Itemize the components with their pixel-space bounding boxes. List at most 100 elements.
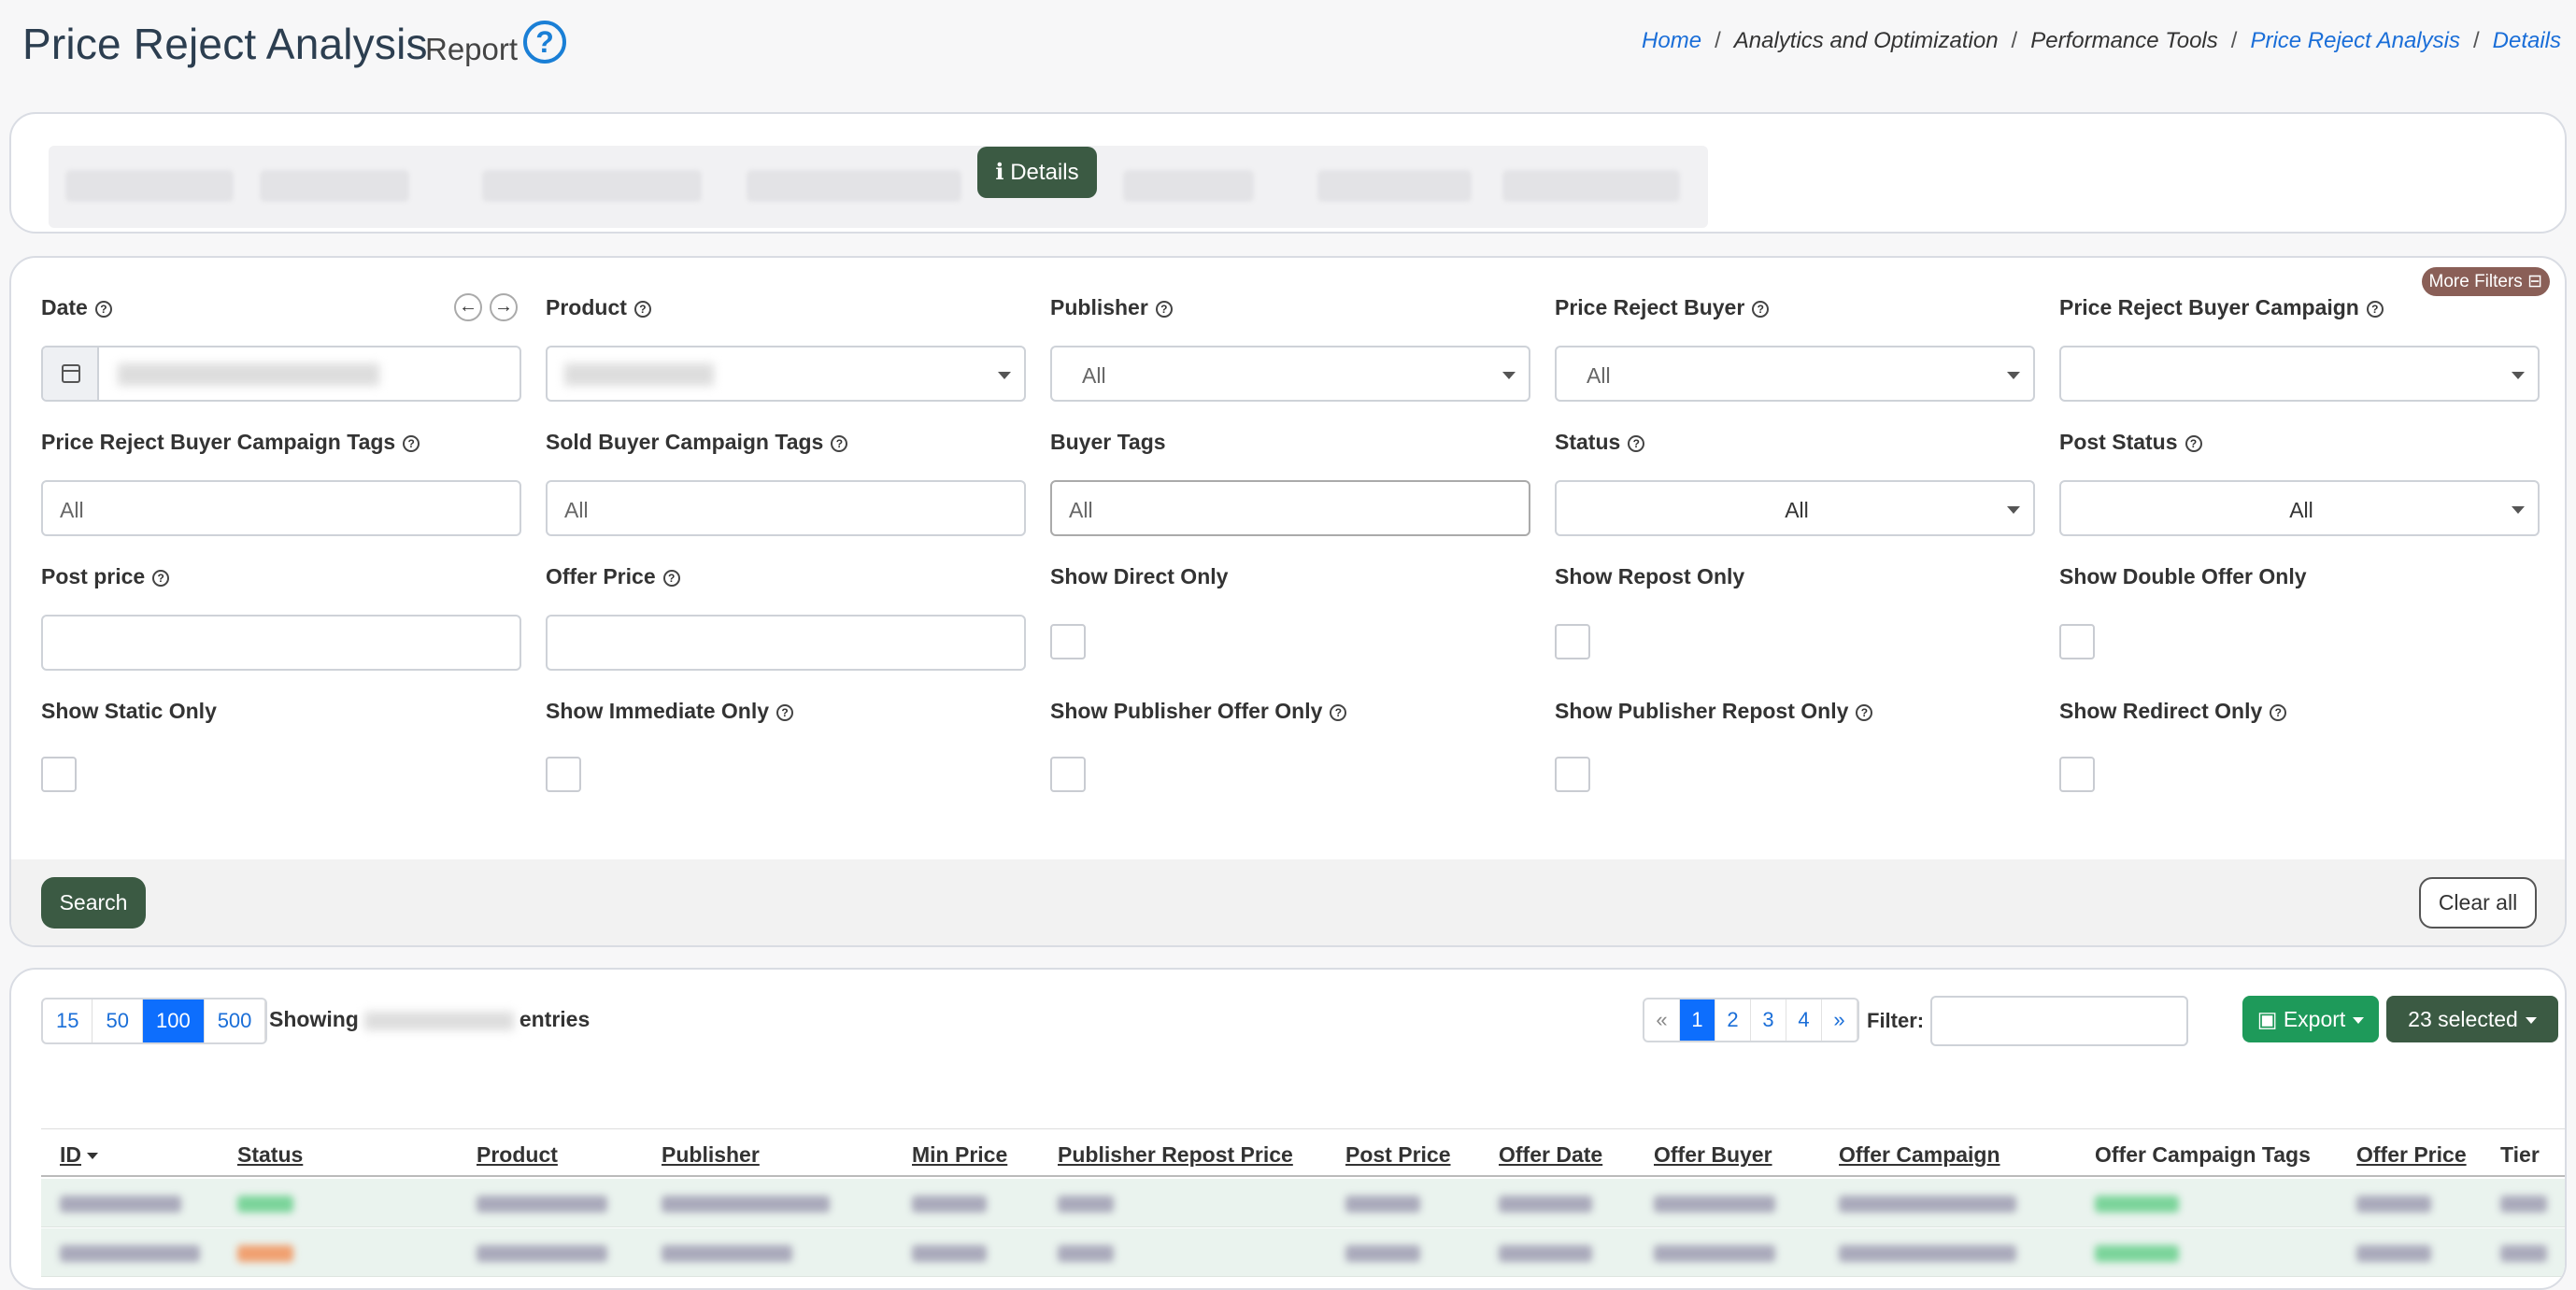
pager-page-3[interactable]: 3 [1751, 999, 1786, 1041]
arrow-right-icon[interactable]: → [490, 293, 518, 321]
post-status-label: Post Status? [2059, 430, 2202, 455]
table-filter-input[interactable] [1930, 996, 2188, 1046]
table-header: ID Status Product Publisher Min Price Pu… [41, 1128, 2565, 1177]
pager-page-1[interactable]: 1 [1680, 999, 1715, 1041]
help-icon[interactable]: ? [633, 300, 651, 318]
tab-blurred[interactable] [65, 170, 234, 202]
table-row[interactable] [41, 1179, 2565, 1227]
tab-blurred[interactable] [1502, 170, 1680, 202]
pagination: « 1 2 3 4 » [1643, 998, 1859, 1042]
pager-prev[interactable]: « [1644, 999, 1680, 1041]
show-repost-only-label: Show Repost Only [1555, 564, 1745, 588]
date-range-field[interactable] [41, 346, 521, 402]
price-reject-buyer-campaign-tags-input[interactable]: All [41, 480, 521, 536]
col-min-price[interactable]: Min Price [912, 1142, 1007, 1168]
page-size-15[interactable]: 15 [43, 999, 93, 1042]
col-publisher-repost-price[interactable]: Publisher Repost Price [1058, 1142, 1293, 1168]
show-double-offer-only-checkbox[interactable] [2059, 624, 2095, 659]
col-post-price[interactable]: Post Price [1345, 1142, 1451, 1168]
show-static-only-checkbox[interactable] [41, 757, 77, 792]
show-direct-only-checkbox[interactable] [1050, 624, 1086, 659]
help-icon[interactable]: ? [1628, 434, 1645, 452]
sold-buyer-campaign-tags-label: Sold Buyer Campaign Tags? [546, 430, 848, 455]
tab-blurred[interactable] [747, 170, 961, 202]
help-icon[interactable]: ? [1155, 300, 1173, 318]
buyer-tags-label: Buyer Tags [1050, 430, 1166, 454]
help-icon[interactable]: ? [662, 569, 680, 587]
export-button[interactable]: ▣ Export [2242, 996, 2379, 1042]
columns-selected-button[interactable]: 23 selected [2386, 996, 2558, 1042]
arrow-left-icon[interactable]: ← [454, 293, 482, 321]
table-filter-label: Filter: [1867, 1009, 1925, 1032]
status-select[interactable]: All [1555, 480, 2035, 536]
help-icon[interactable]: ? [776, 703, 793, 721]
price-reject-buyer-campaign-select[interactable] [2059, 346, 2540, 402]
col-product[interactable]: Product [477, 1142, 558, 1168]
publisher-select[interactable]: All [1050, 346, 1530, 402]
help-icon[interactable]: ? [1330, 703, 1347, 721]
show-repost-only-checkbox[interactable] [1555, 624, 1590, 659]
help-icon[interactable]: ? [403, 434, 420, 452]
show-redirect-only-label: Show Redirect Only? [2059, 699, 2287, 724]
offer-price-input[interactable] [546, 615, 1026, 671]
buyer-tags-input[interactable]: All [1050, 480, 1530, 536]
help-icon[interactable]: ? [2270, 703, 2287, 721]
col-offer-buyer[interactable]: Offer Buyer [1654, 1142, 1772, 1168]
table-row[interactable] [41, 1228, 2565, 1277]
price-reject-buyer-select[interactable]: All [1555, 346, 2035, 402]
calendar-icon[interactable] [43, 347, 99, 400]
show-double-offer-only-label: Show Double Offer Only [2059, 564, 2307, 588]
help-icon[interactable]: ? [2185, 434, 2202, 452]
chevron-down-icon [2525, 1017, 2537, 1025]
col-id[interactable]: ID [60, 1142, 98, 1168]
breadcrumb-details[interactable]: Details [2493, 28, 2561, 53]
info-icon: ℹ [995, 160, 1004, 185]
tab-blurred[interactable] [1123, 170, 1254, 202]
page-size-100[interactable]: 100 [142, 999, 205, 1042]
breadcrumb-price-reject-analysis[interactable]: Price Reject Analysis [2250, 28, 2460, 53]
pager-next[interactable]: » [1822, 999, 1857, 1041]
tab-details[interactable]: ℹ Details [977, 147, 1097, 198]
help-icon[interactable]: ? [1752, 300, 1770, 318]
col-offer-campaign[interactable]: Offer Campaign [1839, 1142, 2000, 1168]
help-icon[interactable]: ? [1856, 703, 1873, 721]
col-tier: Tier [2500, 1142, 2540, 1167]
sold-buyer-campaign-tags-input[interactable]: All [546, 480, 1026, 536]
show-publisher-repost-only-checkbox[interactable] [1555, 757, 1590, 792]
page-title: Price Reject Analysis [22, 20, 428, 68]
col-status[interactable]: Status [237, 1142, 303, 1168]
help-icon[interactable]: ? [2366, 300, 2384, 318]
help-icon[interactable]: ? [523, 21, 566, 64]
col-offer-date[interactable]: Offer Date [1499, 1142, 1602, 1168]
page-size-50[interactable]: 50 [93, 999, 143, 1042]
sort-down-icon [87, 1153, 98, 1160]
price-reject-buyer-campaign-label: Price Reject Buyer Campaign? [2059, 295, 2384, 320]
show-publisher-offer-only-checkbox[interactable] [1050, 757, 1086, 792]
show-direct-only-label: Show Direct Only [1050, 564, 1229, 588]
product-select[interactable] [546, 346, 1026, 402]
tab-blurred[interactable] [1317, 170, 1472, 202]
show-immediate-only-label: Show Immediate Only? [546, 699, 793, 724]
pager-page-4[interactable]: 4 [1786, 999, 1822, 1041]
page-subtitle: Report [425, 32, 519, 66]
clear-all-button[interactable]: Clear all [2419, 877, 2537, 929]
page-size-500[interactable]: 500 [205, 999, 266, 1042]
tab-blurred[interactable] [482, 170, 702, 202]
show-immediate-only-checkbox[interactable] [546, 757, 581, 792]
chevron-down-icon [1502, 372, 1516, 379]
col-publisher[interactable]: Publisher [662, 1142, 760, 1168]
pager-page-2[interactable]: 2 [1715, 999, 1751, 1041]
post-price-input[interactable] [41, 615, 521, 671]
collapse-icon: ⊟ [2527, 272, 2542, 291]
breadcrumb-home[interactable]: Home [1642, 28, 1701, 53]
more-filters-button[interactable]: More Filters ⊟ [2421, 267, 2550, 296]
post-status-select[interactable]: All [2059, 480, 2540, 536]
help-icon[interactable]: ? [152, 569, 170, 587]
help-icon[interactable]: ? [831, 434, 848, 452]
tab-blurred[interactable] [260, 170, 409, 202]
col-offer-price[interactable]: Offer Price [2356, 1142, 2467, 1168]
search-button[interactable]: Search [41, 877, 146, 929]
help-icon[interactable]: ? [94, 300, 112, 318]
filters-card: More Filters ⊟ Date? ← → Product? Publis… [9, 256, 2567, 947]
show-redirect-only-checkbox[interactable] [2059, 757, 2095, 792]
